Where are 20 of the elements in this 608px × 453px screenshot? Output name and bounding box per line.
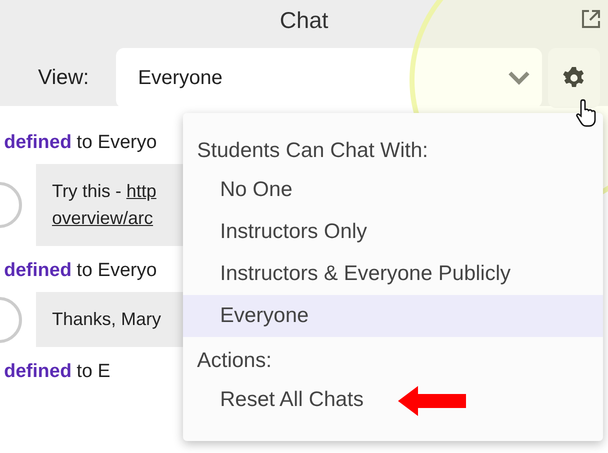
menu-heading: Students Can Chat With:	[196, 138, 430, 164]
window-title: Chat	[280, 6, 328, 34]
menu-item[interactable]: Reset All Chats	[183, 379, 603, 421]
menu-item[interactable]: Everyone	[183, 295, 603, 337]
menu-heading: Actions:	[196, 348, 273, 374]
view-select[interactable]: Everyone	[116, 48, 542, 108]
chevron-down-icon	[508, 71, 530, 85]
recipient-label: to Everyo	[76, 132, 157, 154]
view-label: View:	[38, 66, 90, 90]
menu-item[interactable]: Instructors & Everyone Publicly	[183, 253, 603, 295]
message-link[interactable]: overview/arc	[52, 208, 154, 228]
sender-name[interactable]: defined	[4, 132, 72, 154]
sender-name[interactable]: defined	[4, 361, 72, 383]
recipient-label: to E	[76, 361, 110, 383]
settings-button[interactable]	[548, 48, 600, 108]
external-link-icon[interactable]	[580, 8, 602, 30]
message-link[interactable]: http	[126, 181, 156, 201]
recipient-label: to Everyo	[76, 260, 157, 282]
sender-name[interactable]: defined	[4, 260, 72, 282]
settings-icon	[562, 66, 586, 90]
